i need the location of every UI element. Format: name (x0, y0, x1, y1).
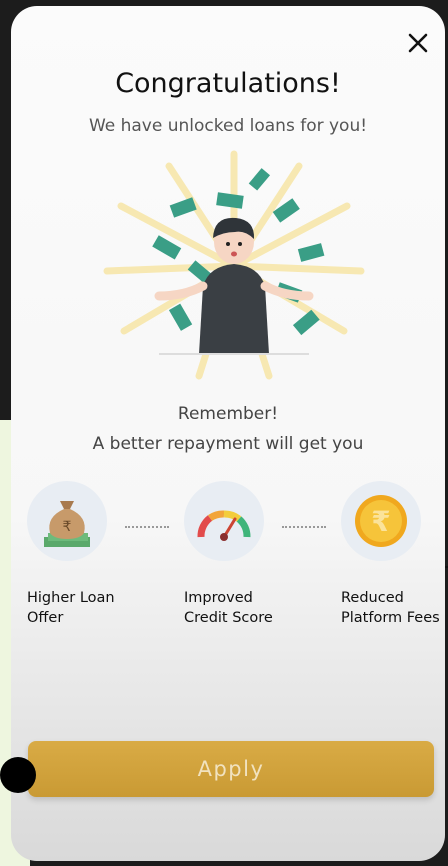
benefit-label-line: Offer (27, 610, 64, 626)
benefit-credit-score: Improved Credit Score (184, 588, 304, 628)
svg-text:₹: ₹ (63, 519, 72, 535)
money-bag-icon: ₹ (44, 501, 90, 547)
platform-fees-icon-wrap: ₹ (341, 481, 421, 561)
close-button[interactable] (403, 28, 433, 58)
connector-dots (125, 526, 169, 528)
credit-score-icon-wrap (184, 481, 264, 561)
loan-offer-modal: Congratulations! We have unlocked loans … (11, 6, 445, 861)
benefit-label-line: Credit Score (184, 610, 273, 626)
credit-gauge-icon (197, 510, 251, 541)
apply-button[interactable]: Apply (28, 741, 434, 797)
modal-subtitle: We have unlocked loans for you! (88, 116, 368, 136)
benefit-label-line: Reduced (341, 590, 404, 606)
svg-text:₹: ₹ (371, 505, 390, 538)
benefit-higher-loan: Higher Loan Offer (27, 588, 147, 628)
rupee-coin-icon: ₹ (355, 495, 407, 547)
benefit-platform-fees: Reduced Platform Fees (341, 588, 445, 628)
connector-dots (282, 526, 326, 528)
celebration-illustration (103, 150, 365, 380)
higher-loan-icon-wrap: ₹ (27, 481, 107, 561)
benefit-label-line: Improved (184, 590, 253, 606)
repayment-text: A better repayment will get you (92, 434, 364, 454)
touch-indicator (0, 757, 36, 793)
benefit-label-line: Higher Loan (27, 590, 115, 606)
modal-title: Congratulations! (115, 68, 341, 99)
close-icon (408, 33, 428, 53)
benefit-label-line: Platform Fees (341, 610, 440, 626)
remember-heading: Remember! (177, 404, 279, 424)
